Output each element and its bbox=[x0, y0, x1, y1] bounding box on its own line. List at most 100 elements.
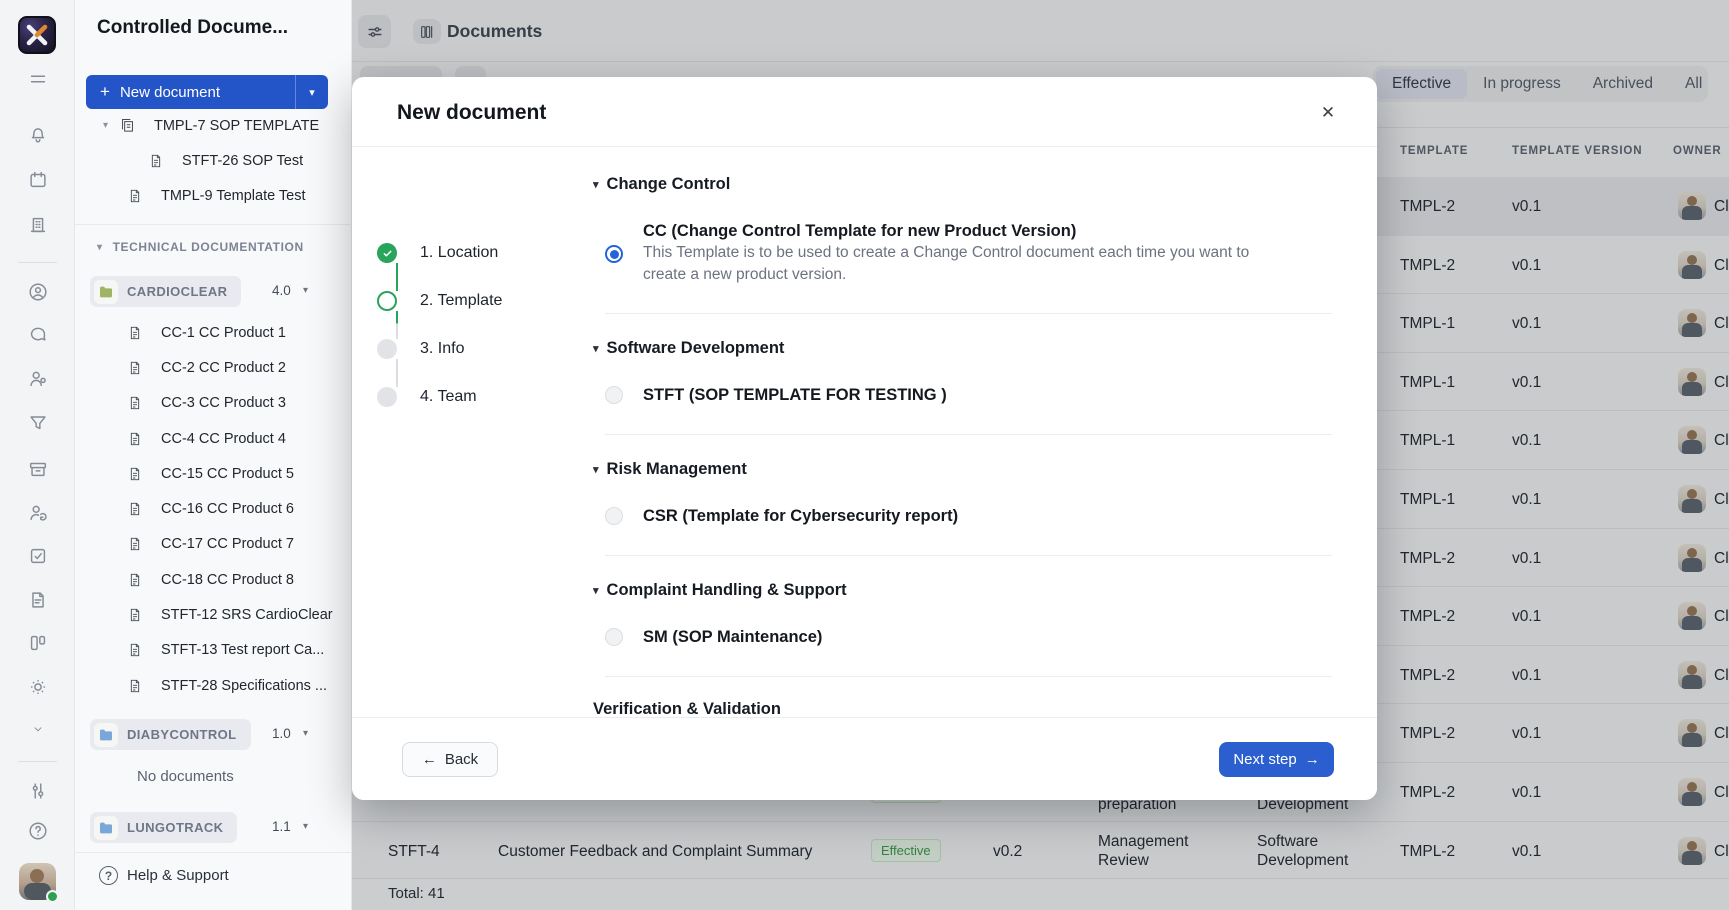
folder-lungotrack[interactable]: LUNGOTRACK 1.1 ▾ bbox=[75, 812, 352, 848]
step-connector bbox=[396, 263, 398, 291]
task-check-icon[interactable] bbox=[0, 545, 75, 567]
radio-selected[interactable] bbox=[605, 245, 623, 263]
section-header-3[interactable]: ▾ Risk Management bbox=[593, 458, 1343, 480]
rail-divider bbox=[18, 761, 57, 762]
section-title: Software Development bbox=[606, 338, 785, 357]
tree-item[interactable]: STFT-26 SOP Test bbox=[75, 143, 352, 178]
document-icon bbox=[130, 190, 140, 203]
tree-item[interactable]: CC-2 CC Product 2 bbox=[75, 350, 352, 385]
template-option[interactable]: CSR (Template for Cybersecurity report) bbox=[593, 506, 1343, 528]
tree-item[interactable]: CC-15 CC Product 5 bbox=[75, 456, 352, 491]
help-support-link[interactable]: ? Help & Support bbox=[99, 866, 229, 885]
tree-item[interactable]: CC-4 CC Product 4 bbox=[75, 421, 352, 456]
tree-item-label: CC-16 CC Product 6 bbox=[161, 501, 294, 518]
section-technical-documentation[interactable]: ▾ TECHNICAL DOCUMENTATION bbox=[97, 240, 304, 254]
folder-version[interactable]: 1.0 bbox=[272, 726, 291, 741]
document-icon bbox=[130, 644, 140, 657]
tree-item[interactable]: STFT-13 Test report Ca... bbox=[75, 633, 352, 668]
modal-footer: ← Back Next step → bbox=[352, 717, 1377, 800]
tree-item-label: CC-3 CC Product 3 bbox=[161, 395, 286, 412]
template-option[interactable]: CC (Change Control Template for new Prod… bbox=[593, 221, 1343, 286]
radio-unselected[interactable] bbox=[605, 386, 623, 404]
document-icon bbox=[127, 536, 152, 552]
document-icon bbox=[127, 678, 152, 694]
step-indicator-3[interactable] bbox=[377, 339, 397, 359]
tree-item[interactable]: STFT-28 Specifications ... bbox=[75, 668, 352, 703]
document-icon bbox=[130, 361, 140, 375]
new-document-dropdown-toggle[interactable]: ▾ bbox=[295, 75, 328, 109]
sidebar-divider bbox=[75, 224, 352, 225]
calendar-icon[interactable] bbox=[0, 169, 75, 191]
folder-diabycontrol[interactable]: DIABYCONTROL 1.0 ▾ bbox=[75, 719, 352, 755]
chat-icon[interactable] bbox=[0, 324, 75, 346]
cardioclear-documents: CC-1 CC Product 1 CC-2 CC Product 2 CC-3 C… bbox=[75, 315, 352, 703]
tree-item[interactable]: TMPL-9 Template Test bbox=[75, 179, 352, 214]
section-divider bbox=[605, 676, 1332, 677]
radio-unselected[interactable] bbox=[605, 628, 623, 646]
template-option[interactable]: STFT (SOP TEMPLATE FOR TESTING ) bbox=[593, 385, 1343, 407]
tree-item[interactable]: CC-18 CC Product 8 bbox=[75, 562, 352, 597]
close-icon[interactable]: ✕ bbox=[1315, 100, 1341, 126]
tree-item-label: CC-2 CC Product 2 bbox=[161, 359, 286, 376]
chevron-down-icon[interactable] bbox=[0, 722, 75, 736]
version-dropdown-icon[interactable]: ▾ bbox=[303, 821, 308, 832]
folder-version[interactable]: 1.1 bbox=[272, 819, 291, 834]
caret-down-icon: ▾ bbox=[593, 584, 599, 597]
step-indicator-2[interactable] bbox=[377, 291, 397, 311]
section-header-2[interactable]: ▾ Software Development bbox=[593, 337, 1343, 359]
archive-icon[interactable] bbox=[0, 458, 75, 480]
tree-item[interactable]: CC-3 CC Product 3 bbox=[75, 386, 352, 421]
version-dropdown-icon[interactable]: ▾ bbox=[303, 728, 308, 739]
document-icon bbox=[127, 572, 152, 588]
template-option[interactable]: SM (SOP Maintenance) bbox=[593, 627, 1343, 649]
step-indicator-4[interactable] bbox=[377, 387, 397, 407]
building-icon[interactable] bbox=[0, 214, 75, 236]
sliders-icon[interactable] bbox=[0, 780, 75, 802]
next-step-button[interactable]: Next step → bbox=[1219, 742, 1334, 777]
document-tree: ▾ TMPL-7 SOP TEMPLATE STFT-26 SOP Test TMPL… bbox=[75, 108, 352, 214]
step-connector bbox=[396, 359, 398, 387]
step-connector bbox=[396, 311, 398, 339]
section-header-1[interactable]: ▾ Change Control bbox=[593, 173, 1343, 195]
wizard-steps: 1. Location 2. Template 3. Info 4. Team bbox=[352, 147, 592, 717]
brightness-icon[interactable] bbox=[0, 676, 75, 698]
tree-item-label: TMPL-7 SOP TEMPLATE bbox=[154, 117, 320, 134]
people-icon[interactable] bbox=[0, 368, 75, 390]
tree-item[interactable]: ▾ TMPL-7 SOP TEMPLATE bbox=[75, 108, 352, 143]
icon-rail bbox=[0, 0, 75, 910]
user-avatar[interactable] bbox=[19, 863, 59, 903]
document-icon bbox=[130, 432, 140, 445]
folder-icon bbox=[94, 815, 118, 840]
tree-item-label: STFT-26 SOP Test bbox=[182, 152, 304, 169]
section-title: Complaint Handling & Support bbox=[606, 580, 847, 599]
new-document-modal: New document ✕ 1. Location 2. Template 3. … bbox=[352, 77, 1377, 800]
tree-item-label: CC-15 CC Product 5 bbox=[161, 465, 294, 482]
help-icon[interactable] bbox=[0, 820, 75, 842]
kanban-icon[interactable] bbox=[0, 632, 75, 654]
tree-item[interactable]: STFT-12 SRS CardioClear bbox=[75, 597, 352, 632]
tree-item[interactable]: CC-16 CC Product 6 bbox=[75, 491, 352, 526]
new-document-button[interactable]: + New document ▾ bbox=[86, 75, 328, 109]
app-logo[interactable] bbox=[18, 16, 56, 54]
folder-version[interactable]: 4.0 bbox=[272, 283, 291, 298]
section-title: Risk Management bbox=[606, 459, 747, 478]
tree-item[interactable]: CC-17 CC Product 7 bbox=[75, 527, 352, 562]
version-dropdown-icon[interactable]: ▾ bbox=[303, 285, 308, 296]
step-indicator-1[interactable] bbox=[377, 243, 397, 263]
filter-icon[interactable] bbox=[0, 412, 75, 434]
radio-unselected[interactable] bbox=[605, 507, 623, 525]
folder-cardioclear[interactable]: CARDIOCLEAR 4.0 ▾ bbox=[75, 276, 352, 312]
menu-icon[interactable] bbox=[0, 68, 75, 90]
person-sync-icon[interactable] bbox=[0, 502, 75, 524]
step-label-4: 4. Team bbox=[420, 388, 477, 405]
step-label-1: 1. Location bbox=[420, 244, 499, 261]
back-button[interactable]: ← Back bbox=[402, 742, 498, 777]
document-icon bbox=[127, 642, 152, 658]
section-header-4[interactable]: ▾ Complaint Handling & Support bbox=[593, 579, 1343, 601]
user-circle-icon[interactable] bbox=[0, 281, 75, 303]
document-icon bbox=[127, 325, 152, 341]
document-icon bbox=[127, 431, 152, 447]
tree-item[interactable]: CC-1 CC Product 1 bbox=[75, 315, 352, 350]
bell-icon[interactable] bbox=[0, 122, 75, 144]
file-icon[interactable] bbox=[0, 589, 75, 611]
